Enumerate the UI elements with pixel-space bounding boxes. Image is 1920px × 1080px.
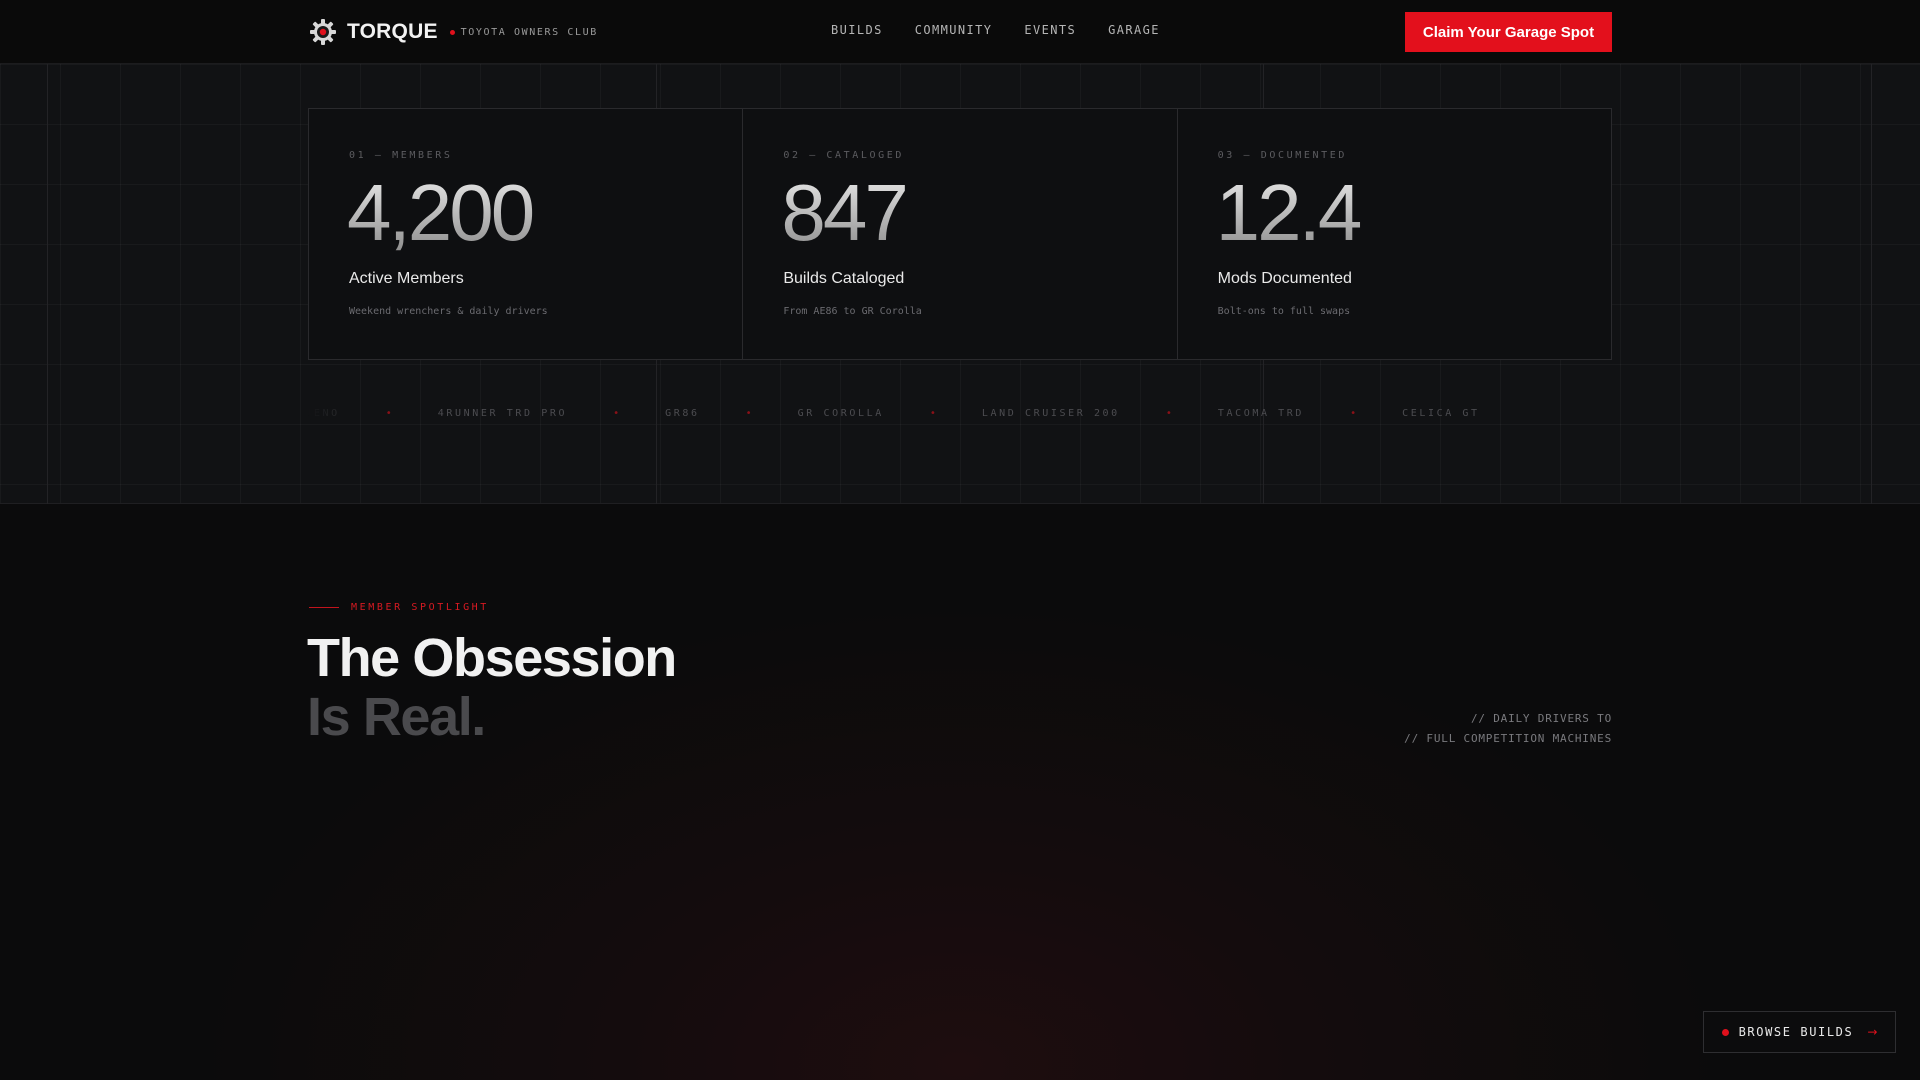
ticker-separator: • (1165, 408, 1172, 419)
section-eyebrow: MEMBER SPOTLIGHT (309, 602, 489, 613)
grid-divider (1871, 64, 1872, 504)
ticker-separator: • (745, 408, 752, 419)
member-spotlight-section: MEMBER SPOTLIGHT The Obsession Is Real. … (0, 505, 1920, 1080)
ticker-item: 4RUNNER TRD PRO (437, 408, 568, 419)
nav-builds[interactable]: BUILDS (831, 23, 883, 37)
main-nav: BUILDS COMMUNITY EVENTS GARAGE (831, 23, 1192, 37)
eyebrow-line (309, 607, 339, 608)
browse-builds-button[interactable]: BROWSE BUILDS → (1703, 1011, 1896, 1053)
section-aside: // DAILY DRIVERS TO // FULL COMPETITION … (1404, 709, 1612, 749)
claim-garage-spot-button[interactable]: Claim Your Garage Spot (1405, 12, 1612, 52)
brand[interactable]: TORQUE TOYOTA OWNERS CLUB (309, 18, 598, 46)
stats-band: 01 — MEMBERS 4,200+ Active Members Weeke… (0, 64, 1920, 504)
brand-name: TORQUE (347, 20, 438, 43)
stat-description: From AE86 to GR Corolla (783, 306, 922, 317)
site-header: TORQUE TOYOTA OWNERS CLUB BUILDS COMMUNI… (0, 0, 1920, 64)
ticker-separator: • (929, 408, 936, 419)
stats-panel: 01 — MEMBERS 4,200+ Active Members Weeke… (308, 108, 1612, 360)
stat-value: 4,200+ (347, 168, 558, 257)
ticker-item: TACOMA TRD (1217, 408, 1305, 419)
model-ticker: TRUENO • 4RUNNER TRD PRO • GR86 • GR COR… (308, 408, 1612, 428)
stat-cataloged: 02 — CATALOGED 847 Builds Cataloged From… (743, 109, 1178, 359)
stat-value: 847 (781, 168, 906, 257)
ticker-item: LAND CRUISER 200 (981, 408, 1120, 419)
ticker-item: GR86 (665, 408, 700, 419)
stat-value: 12.4K (1215, 168, 1389, 257)
stat-suffix: K (1361, 169, 1389, 213)
stat-description: Bolt-ons to full swaps (1217, 306, 1351, 317)
stat-title: Builds Cataloged (783, 270, 905, 287)
stat-title: Active Members (349, 270, 464, 287)
browse-builds-label: BROWSE BUILDS (1738, 1025, 1854, 1039)
ticker-item: CELICA GT (1402, 408, 1480, 419)
grid-divider (47, 64, 48, 504)
section-headline-muted: Is Real. (307, 687, 486, 747)
gear-icon (310, 19, 336, 45)
page: TORQUE TOYOTA OWNERS CLUB BUILDS COMMUNI… (0, 0, 1920, 1080)
ticker-separator: • (613, 408, 620, 419)
nav-community[interactable]: COMMUNITY (915, 23, 993, 37)
stat-label: 03 — DOCUMENTED (1217, 150, 1347, 161)
eyebrow-text: MEMBER SPOTLIGHT (351, 602, 489, 613)
stat-members: 01 — MEMBERS 4,200+ Active Members Weeke… (309, 109, 744, 359)
aside-line: // FULL COMPETITION MACHINES (1404, 732, 1612, 745)
section-headline: The Obsession (307, 628, 677, 688)
stat-label: 01 — MEMBERS (349, 150, 453, 161)
arrow-right-icon: → (1867, 1025, 1878, 1039)
stat-documented: 03 — DOCUMENTED 12.4K Mods Documented Bo… (1178, 109, 1611, 359)
ticker-separator: • (1350, 408, 1357, 419)
aside-line: // DAILY DRIVERS TO (1470, 712, 1612, 725)
stat-suffix: + (534, 169, 558, 213)
dot-icon (1721, 1028, 1729, 1036)
nav-events[interactable]: EVENTS (1024, 23, 1076, 37)
ticker-item: TRUENO (308, 408, 340, 419)
ticker-track: TRUENO • 4RUNNER TRD PRO • GR86 • GR COR… (308, 408, 1480, 419)
nav-garage[interactable]: GARAGE (1108, 23, 1160, 37)
stat-description: Weekend wrenchers & daily drivers (349, 306, 548, 317)
ticker-separator: • (385, 408, 392, 419)
stat-label: 02 — CATALOGED (783, 150, 905, 161)
stat-title: Mods Documented (1217, 270, 1352, 287)
brand-dot-icon (449, 29, 455, 35)
brand-tagline: TOYOTA OWNERS CLUB (460, 26, 598, 38)
ticker-item: GR COROLLA (797, 408, 884, 419)
